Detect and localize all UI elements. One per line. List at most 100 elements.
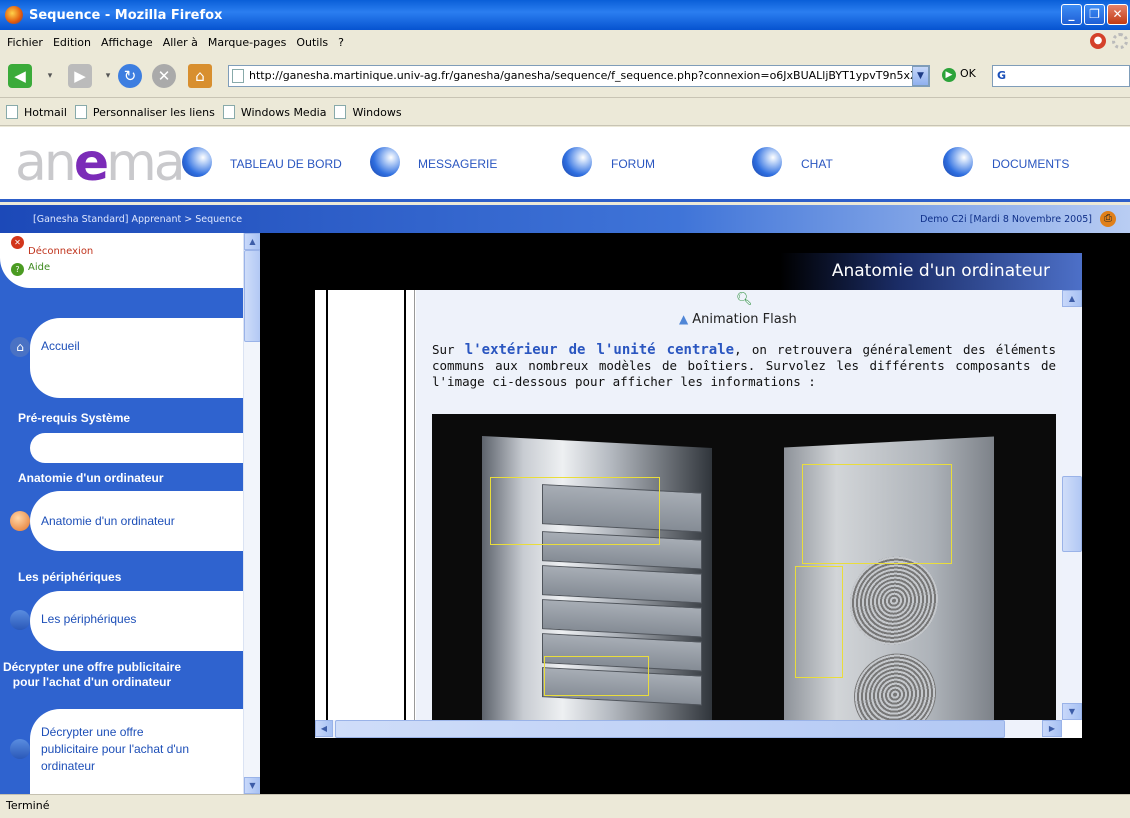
stop-icon[interactable]: ✕ [152,64,176,88]
zoom-icon[interactable]: 🔍︎ [736,292,753,307]
go-icon: ▶ [942,68,956,82]
google-logo: G [997,69,1007,82]
fan-grille [850,554,938,648]
breadcrumb: [Ganesha Standard] Apprenant > Sequence [33,214,243,225]
sidebar-top-panel [0,233,243,288]
nav-documents[interactable]: DOCUMENTS [992,157,1069,171]
nav-ball-icon [943,147,973,177]
main-area: Anatomie d'un ordinateur 🔍︎ ▲ Animation F… [260,233,1130,794]
triangle-up-icon: ▲ [679,312,689,326]
nav-tableau-de-bord[interactable]: TABLEAU DE BORD [230,157,342,171]
divider [414,290,415,720]
forward-arrow-icon[interactable]: ▶ [68,64,92,88]
highlight-term: l'extérieur de l'unité centrale [464,342,735,358]
minimize-button[interactable]: _ [1061,4,1082,25]
window-title: Sequence - Mozilla Firefox [29,7,223,23]
content-frame: 🔍︎ ▲ Animation Flash Sur l'extérieur de l… [315,290,1082,738]
hotspot-ports[interactable] [795,566,843,678]
nav-ball-icon [182,147,212,177]
accueil-link[interactable]: Accueil [41,338,80,355]
anatomie-link[interactable]: Anatomie d'un ordinateur [41,513,175,530]
nav-chat[interactable]: CHAT [801,157,833,171]
bookmarks-toolbar: Hotmail Personnaliser les liens Windows … [0,99,1130,126]
computer-case-image [432,414,1056,720]
section-title-prerequis: Pré-requis Système [18,411,131,425]
hotspot-floppy[interactable] [544,656,649,696]
menu-fichier[interactable]: Fichier [7,36,43,49]
site-banner: anema TABLEAU DE BORD MESSAGERIE FORUM C… [0,127,1130,202]
help-icon: ? [11,263,24,276]
nav-ball-icon [562,147,592,177]
animation-flash-link[interactable]: ▲ Animation Flash [679,312,797,327]
sequence-icon [10,739,30,759]
bookmark-windows[interactable]: Windows [334,105,402,119]
accueil-panel [30,318,243,398]
bookmark-label: Windows [352,105,402,119]
deconnexion-link[interactable]: Déconnexion [28,246,93,257]
nav-messagerie[interactable]: MESSAGERIE [418,157,497,171]
bookmark-hotmail[interactable]: Hotmail [6,105,67,119]
bookmark-personnaliser[interactable]: Personnaliser les liens [74,105,215,119]
decrypter-link[interactable]: Décrypter une offre publicitaire pour l'… [41,724,201,775]
content-horizontal-scrollbar[interactable]: ◀ ▶ [315,720,1062,738]
sequence-icon [10,610,30,630]
nav-ball-icon [752,147,782,177]
scroll-thumb[interactable] [1062,476,1082,552]
nav-forum[interactable]: FORUM [611,157,655,171]
window-title-bar: Sequence - Mozilla Firefox _ ❐ ✕ [0,0,1130,30]
print-icon[interactable]: ⎙ [1100,211,1116,227]
search-field[interactable]: G [992,65,1130,87]
section-title-anatomie: Anatomie d'un ordinateur [18,471,164,485]
scroll-up-button[interactable]: ▲ [1062,290,1082,307]
menu-affichage[interactable]: Affichage [101,36,153,49]
scroll-down-button[interactable]: ▼ [244,777,261,794]
url-text: http://ganesha.martinique.univ-ag.fr/gan… [249,69,924,82]
menu-help[interactable]: ? [338,36,344,49]
divider [326,290,328,720]
firefox-logo-icon [5,6,23,24]
menu-marque-pages[interactable]: Marque-pages [208,36,286,49]
aide-link[interactable]: Aide [28,262,50,273]
url-field[interactable]: http://ganesha.martinique.univ-ag.fr/gan… [228,65,930,87]
stop-loading-icon: ● [1090,33,1106,49]
navigation-toolbar: ◀ ▾ ▶ ▾ ↻ ✕ ⌂ http://ganesha.martinique.… [0,54,1130,98]
info-bar: [Ganesha Standard] Apprenant > Sequence … [0,205,1130,233]
reload-icon[interactable]: ↻ [118,64,142,88]
scroll-thumb[interactable] [335,720,1005,738]
throbber-icon [1112,33,1128,49]
url-dropdown-button[interactable]: ▼ [912,66,929,86]
page-icon [334,105,347,119]
status-text: Terminé [6,799,50,812]
scroll-down-button[interactable]: ▼ [1062,703,1082,720]
scroll-up-button[interactable]: ▲ [244,233,261,250]
hotspot-cdrom[interactable] [490,477,660,545]
close-button[interactable]: ✕ [1107,4,1128,25]
bookmark-label: Windows Media [240,105,327,119]
drive-bay [542,599,702,638]
anema-logo: anema [15,133,186,193]
forward-dropdown-icon[interactable]: ▾ [96,64,120,88]
menu-aller[interactable]: Aller à [163,36,198,49]
status-bar: Terminé [0,794,1130,818]
back-arrow-icon[interactable]: ◀ [8,64,32,88]
page-icon [222,105,235,119]
logout-icon: ✕ [11,236,24,249]
menu-edition[interactable]: Edition [53,36,91,49]
maximize-button[interactable]: ❐ [1084,4,1105,25]
scroll-thumb[interactable] [244,250,261,342]
scroll-left-button[interactable]: ◀ [315,720,333,737]
sidebar: ✕ Déconnexion ? Aide ⌂ Accueil Pré-requi… [0,233,243,794]
back-dropdown-icon[interactable]: ▾ [38,64,62,88]
menu-outils[interactable]: Outils [296,36,328,49]
content-vertical-scrollbar[interactable]: ▲ ▼ [1062,290,1082,720]
nav-ball-icon [370,147,400,177]
user-session-info: Demo C2i [Mardi 8 Novembre 2005] [920,214,1092,225]
peripheriques-link[interactable]: Les périphériques [41,611,136,628]
home-icon[interactable]: ⌂ [188,64,212,88]
sidebar-scrollbar[interactable]: ▲ ▼ [243,233,261,794]
page-icon [232,69,244,83]
bookmark-windows-media[interactable]: Windows Media [222,105,327,119]
go-button[interactable]: ▶ OK [942,67,976,82]
hotspot-power-supply[interactable] [802,464,952,564]
scroll-right-button[interactable]: ▶ [1042,720,1062,737]
